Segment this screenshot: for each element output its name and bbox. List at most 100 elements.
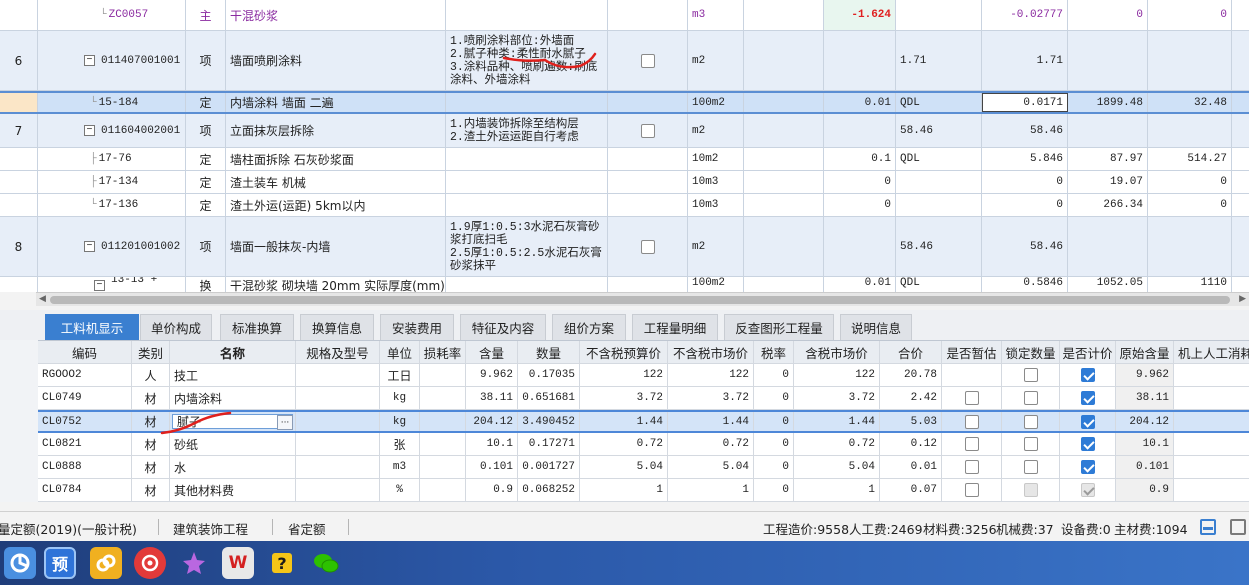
cell-tax[interactable]: 0 — [754, 412, 794, 431]
scroll-right-icon[interactable]: ▶ — [1239, 294, 1246, 304]
cell-qty[interactable]: 0.651681 — [518, 387, 580, 409]
cell-name[interactable]: 内墙涂料 — [170, 387, 296, 409]
cell-post-market[interactable]: 0.72 — [794, 433, 880, 455]
cell-content[interactable]: 9.962 — [466, 364, 518, 386]
estimate-checkbox[interactable] — [964, 391, 979, 405]
table-row[interactable]: ├ 17-76 定 墙柱面拆除 石灰砂浆面 10m2 0.1 QDL 5.846… — [0, 148, 1249, 171]
cell-code[interactable]: CL0749 — [38, 387, 132, 409]
cell-unit[interactable]: % — [380, 479, 420, 501]
link-icon[interactable] — [90, 547, 122, 579]
netease-icon[interactable] — [134, 547, 166, 579]
star-icon[interactable] — [178, 547, 210, 579]
tab-conversion-info[interactable]: 换算信息 — [300, 314, 374, 340]
cell-post-market[interactable]: 5.04 — [794, 456, 880, 478]
col-priced[interactable]: 是否计价 — [1060, 341, 1116, 363]
quota-label[interactable]: 量定额(2019)(一般计税) — [0, 519, 137, 538]
table-row[interactable]: └ ZC0057 主 干混砂浆 m3 -1.624 -0.02777 0 0 — [0, 0, 1249, 31]
col-machine-labor[interactable]: 机上人工消耗 — [1174, 341, 1249, 363]
col-unit[interactable]: 单位 — [380, 341, 420, 363]
cell-pre-market[interactable]: 1 — [668, 479, 754, 501]
table-row[interactable]: └ 15-184 定 内墙涂料 墙面 二遍 100m2 0.01 QDL 0.0… — [0, 91, 1249, 114]
cell-tax[interactable]: 0 — [754, 479, 794, 501]
tab-quantity-detail[interactable]: 工程量明细 — [632, 314, 718, 340]
table-row[interactable]: 7 − 011604002001 项 立面抹灰层拆除 1.内墙装饰拆除至结构层 … — [0, 114, 1249, 148]
cell-tax[interactable]: 0 — [754, 456, 794, 478]
table-row[interactable]: 4 CL0752 材 腻子 ··· kg 204.12 3.490452 1.4… — [38, 410, 1249, 433]
table-row[interactable]: 6 CL0888 材 水 m3 0.101 0.001727 5.04 5.04… — [38, 456, 1249, 479]
estimate-checkbox[interactable] — [964, 437, 979, 451]
cell-pre-market[interactable]: 3.72 — [668, 387, 754, 409]
table-row[interactable]: − 13-13 + 换 干混砂浆 砌块墙 20mm 实际厚度(mm): 100m… — [0, 277, 1249, 292]
layout-icon[interactable] — [1230, 519, 1246, 535]
more-button[interactable]: ··· — [277, 415, 293, 430]
cell-qty[interactable]: 0.17271 — [518, 433, 580, 455]
lock-checkbox[interactable] — [1023, 368, 1038, 382]
cell-category[interactable]: 人 — [132, 364, 170, 386]
col-pre-budget[interactable]: 不含税预算价 — [580, 341, 668, 363]
tab-install-fee[interactable]: 安装费用 — [380, 314, 454, 340]
cell-post-market[interactable]: 122 — [794, 364, 880, 386]
cell-qty[interactable]: 0.068252 — [518, 479, 580, 501]
cell-post-market[interactable]: 1 — [794, 479, 880, 501]
cell-name[interactable]: 其他材料费 — [170, 479, 296, 501]
cell-pre-budget[interactable]: 1.44 — [580, 412, 668, 431]
cell-pre-market[interactable]: 122 — [668, 364, 754, 386]
cell-category[interactable]: 材 — [132, 412, 170, 431]
cell-category[interactable]: 材 — [132, 387, 170, 409]
table-row[interactable]: 6 − 011407001001 项 墙面喷刷涂料 1.喷刷涂料部位:外墙面 2… — [0, 31, 1249, 91]
cell-name[interactable]: 水 — [170, 456, 296, 478]
table-row[interactable]: 3 CL0749 材 内墙涂料 kg 38.11 0.651681 3.72 3… — [38, 387, 1249, 410]
wechat-icon[interactable] — [310, 547, 342, 579]
row-checkbox[interactable] — [640, 123, 655, 138]
col-post-market[interactable]: 含税市场价 — [794, 341, 880, 363]
cell-category[interactable]: 材 — [132, 479, 170, 501]
app-icon[interactable] — [4, 547, 36, 579]
tab-features[interactable]: 特征及内容 — [460, 314, 546, 340]
priced-checkbox[interactable] — [1080, 460, 1095, 474]
cell-pre-budget[interactable]: 5.04 — [580, 456, 668, 478]
priced-checkbox[interactable] — [1080, 437, 1095, 451]
priced-checkbox[interactable] — [1080, 368, 1095, 382]
cell-tax[interactable]: 0 — [754, 364, 794, 386]
cell-name[interactable]: 砂纸 — [170, 433, 296, 455]
col-original[interactable]: 原始含量 — [1116, 341, 1174, 363]
cell-post-market[interactable]: 3.72 — [794, 387, 880, 409]
row-checkbox[interactable] — [640, 53, 655, 68]
col-category[interactable]: 类别 — [132, 341, 170, 363]
cell-code[interactable]: CL0784 — [38, 479, 132, 501]
tab-unit-price[interactable]: 单价构成 — [140, 314, 212, 340]
cell-content[interactable]: 0.9 — [466, 479, 518, 501]
cell-unit[interactable]: kg — [380, 412, 420, 431]
collapse-icon[interactable]: − — [84, 241, 95, 252]
cell-qty[interactable]: 3.490452 — [518, 412, 580, 431]
col-pre-market[interactable]: 不含税市场价 — [668, 341, 754, 363]
row-qty[interactable]: 0.0171 — [982, 93, 1068, 112]
col-tax[interactable]: 税率 — [754, 341, 794, 363]
collapse-icon[interactable]: − — [94, 280, 105, 291]
cell-tax[interactable]: 0 — [754, 433, 794, 455]
col-spec[interactable]: 规格及型号 — [296, 341, 380, 363]
col-total[interactable]: 合价 — [880, 341, 942, 363]
lock-checkbox[interactable] — [1023, 460, 1038, 474]
cell-post-market[interactable]: 1.44 — [794, 412, 880, 431]
tab-standard-conversion[interactable]: 标准换算 — [220, 314, 294, 340]
collapse-icon[interactable]: − — [84, 125, 95, 136]
table-row[interactable]: 8 − 011201001002 项 墙面一般抹灰-内墙 1.9厚1:0.5:3… — [0, 217, 1249, 277]
table-row[interactable]: └ 17-136 定 渣土外运(运距) 5km以内 10m3 0 0 266.3… — [0, 194, 1249, 217]
table-row[interactable]: 5 CL0821 材 砂纸 张 10.1 0.17271 0.72 0.72 0… — [38, 433, 1249, 456]
tab-pricing-scheme[interactable]: 组价方案 — [552, 314, 626, 340]
cell-unit[interactable]: 张 — [380, 433, 420, 455]
cell-category[interactable]: 材 — [132, 456, 170, 478]
cell-content[interactable]: 0.101 — [466, 456, 518, 478]
cell-pre-budget[interactable]: 0.72 — [580, 433, 668, 455]
cell-pre-market[interactable]: 0.72 — [668, 433, 754, 455]
wps-icon[interactable]: W — [222, 547, 254, 579]
priced-checkbox[interactable] — [1080, 391, 1095, 405]
cell-category[interactable]: 材 — [132, 433, 170, 455]
collapse-icon[interactable]: − — [84, 55, 95, 66]
yu-icon[interactable]: 预 — [44, 547, 76, 579]
tab-description[interactable]: 说明信息 — [840, 314, 912, 340]
col-qty[interactable]: 数量 — [518, 341, 580, 363]
col-content[interactable]: 含量 — [466, 341, 518, 363]
cell-pre-budget[interactable]: 122 — [580, 364, 668, 386]
